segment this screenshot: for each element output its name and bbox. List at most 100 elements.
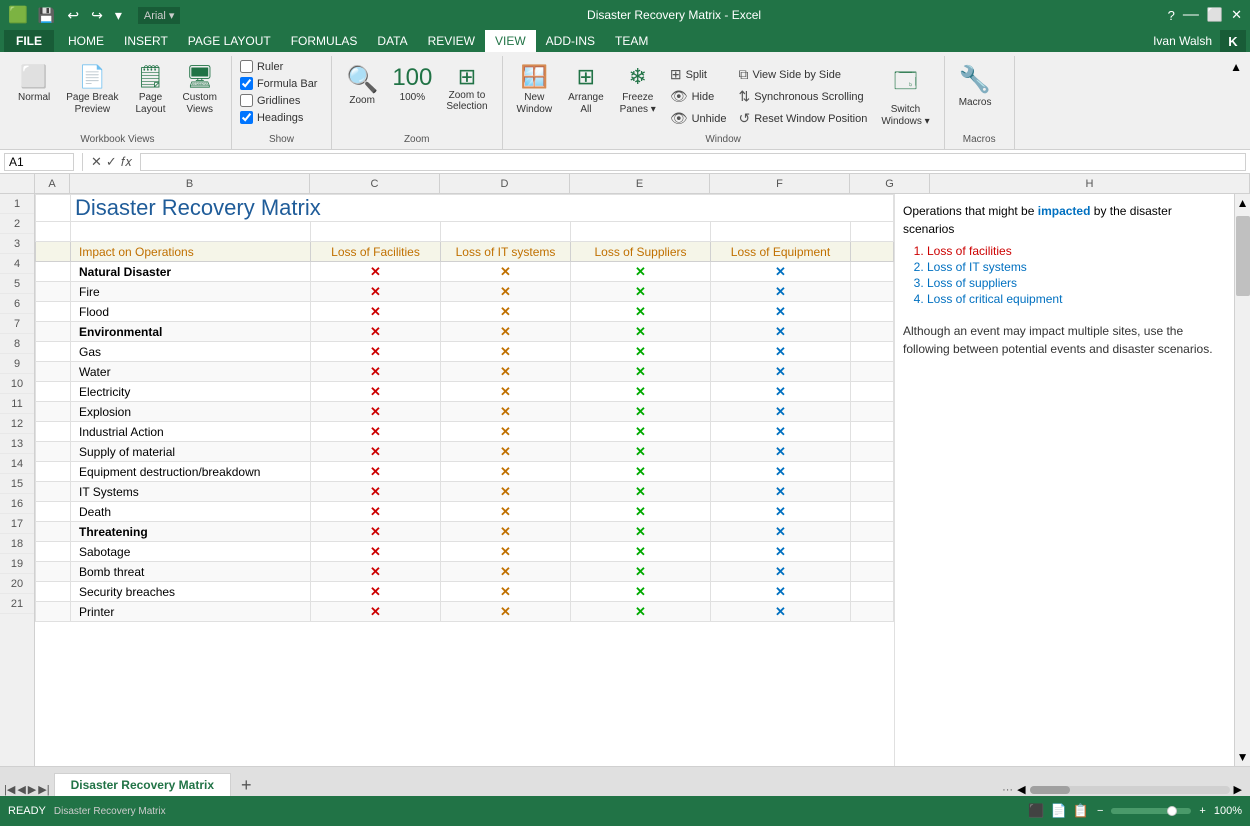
cell-g10[interactable] [851,382,894,402]
cell-b19[interactable]: Bomb threat [71,562,311,582]
page-break-status-icon[interactable]: 📋 [1073,803,1089,819]
cell-a11[interactable] [36,402,71,422]
cell-d4[interactable]: ✕ [441,262,571,282]
cell-c13[interactable]: ✕ [311,442,441,462]
cell-f9[interactable]: ✕ [711,362,851,382]
ruler-input[interactable] [240,60,253,73]
zoom-slider-thumb[interactable] [1167,806,1177,816]
cell-d16[interactable]: ✕ [441,502,571,522]
data-menu[interactable]: DATA [367,30,417,52]
cell-f14[interactable]: ✕ [711,462,851,482]
cell-c4[interactable]: ✕ [311,262,441,282]
reset-window-btn[interactable]: ↺ Reset Window Position [734,108,871,129]
cell-g16[interactable] [851,502,894,522]
cell-e12[interactable]: ✕ [571,422,711,442]
horizontal-scrollbar[interactable] [1030,786,1230,794]
table-row[interactable]: Death ✕ ✕ ✕ ✕ [36,502,894,522]
table-row[interactable]: Disaster Recovery Matrix [36,195,894,222]
cell-g18[interactable] [851,542,894,562]
sheet-nav-next[interactable]: ▶ [28,783,36,796]
col-header-c[interactable]: C [310,174,440,193]
row-4[interactable]: 4 [0,254,34,274]
cell-e19[interactable]: ✕ [571,562,711,582]
cell-f4[interactable]: ✕ [711,262,851,282]
cell-d17[interactable]: ✕ [441,522,571,542]
cell-a2[interactable] [36,222,71,242]
insert-function-icon[interactable]: 𝑓𝑥 [121,154,132,170]
normal-view-status-icon[interactable]: ⬛ [1028,803,1044,819]
cell-f20[interactable]: ✕ [711,582,851,602]
row-3[interactable]: 3 [0,234,34,254]
cell-c19[interactable]: ✕ [311,562,441,582]
view-side-btn[interactable]: ⧉ View Side by Side [734,64,871,85]
page-layout-status-icon[interactable]: 📄 [1051,803,1067,819]
cell-g17[interactable] [851,522,894,542]
page-break-btn[interactable]: 📄 Page BreakPreview [60,60,124,120]
cell-f11[interactable]: ✕ [711,402,851,422]
col-header-h[interactable]: H [930,174,1250,193]
formulas-menu[interactable]: FORMULAS [281,30,368,52]
row-11[interactable]: 11 [0,394,34,414]
row-5[interactable]: 5 [0,274,34,294]
headings-checkbox[interactable]: Headings [240,111,318,124]
table-row[interactable]: Impact on Operations Loss of Facilities … [36,242,894,262]
cell-g21[interactable] [851,602,894,622]
zoom-btn[interactable]: 🔍 Zoom [340,60,384,110]
scroll-down-btn[interactable]: ▼ [1235,748,1250,766]
table-row[interactable]: Bomb threat ✕ ✕ ✕ ✕ [36,562,894,582]
page-layout-menu[interactable]: PAGE LAYOUT [178,30,281,52]
home-menu[interactable]: HOME [58,30,114,52]
row-2[interactable]: 2 [0,214,34,234]
table-row[interactable]: Security breaches ✕ ✕ ✕ ✕ [36,582,894,602]
custom-views-btn[interactable]: 🖥 CustomViews [177,60,223,120]
ruler-checkbox[interactable]: Ruler [240,60,318,73]
cell-e5[interactable]: ✕ [571,282,711,302]
cell-a16[interactable] [36,502,71,522]
cell-g9[interactable] [851,362,894,382]
freeze-panes-btn[interactable]: ❄ FreezePanes ▾ [614,60,662,120]
scroll-thumb[interactable] [1236,216,1250,296]
cell-f19[interactable]: ✕ [711,562,851,582]
cell-e20[interactable]: ✕ [571,582,711,602]
cell-c7[interactable]: ✕ [311,322,441,342]
cell-reference-box[interactable] [4,153,74,171]
add-sheet-btn[interactable]: + [233,774,260,796]
cell-g19[interactable] [851,562,894,582]
hscroll-left[interactable]: ◀ [1017,783,1025,796]
cell-b9[interactable]: Water [71,362,311,382]
page-layout-btn[interactable]: 🗒 PageLayout [129,60,173,120]
cell-a21[interactable] [36,602,71,622]
sync-scroll-btn[interactable]: ⇅ Synchronous Scrolling [734,86,871,107]
cell-d19[interactable]: ✕ [441,562,571,582]
cell-c12[interactable]: ✕ [311,422,441,442]
row-17[interactable]: 17 [0,514,34,534]
help-btn[interactable]: ? [1168,8,1175,23]
undo-quick-btn[interactable]: ↩ [63,5,83,26]
cell-d21[interactable]: ✕ [441,602,571,622]
cell-e15[interactable]: ✕ [571,482,711,502]
split-btn[interactable]: ⊞ Split [666,64,731,85]
cell-g3[interactable] [851,242,894,262]
table-row[interactable]: Printer ✕ ✕ ✕ ✕ [36,602,894,622]
formula-bar-checkbox[interactable]: Formula Bar [240,77,318,90]
table-row[interactable]: Supply of material ✕ ✕ ✕ ✕ [36,442,894,462]
cell-a12[interactable] [36,422,71,442]
addins-menu[interactable]: ADD-INS [536,30,605,52]
table-row[interactable]: Gas ✕ ✕ ✕ ✕ [36,342,894,362]
cell-c2[interactable] [311,222,441,242]
cell-b12[interactable]: Industrial Action [71,422,311,442]
table-row[interactable]: Fire ✕ ✕ ✕ ✕ [36,282,894,302]
cell-f18[interactable]: ✕ [711,542,851,562]
cell-f17[interactable]: ✕ [711,522,851,542]
cell-e21[interactable]: ✕ [571,602,711,622]
gridlines-checkbox[interactable]: Gridlines [240,94,318,107]
customize-quick-btn[interactable]: ▾ [111,5,126,26]
cell-c16[interactable]: ✕ [311,502,441,522]
cell-e9[interactable]: ✕ [571,362,711,382]
row-20[interactable]: 20 [0,574,34,594]
col-header-b[interactable]: B [70,174,310,193]
confirm-formula-icon[interactable]: ✓ [106,154,117,170]
cell-f16[interactable]: ✕ [711,502,851,522]
table-row[interactable]: Natural Disaster ✕ ✕ ✕ ✕ [36,262,894,282]
cell-f12[interactable]: ✕ [711,422,851,442]
